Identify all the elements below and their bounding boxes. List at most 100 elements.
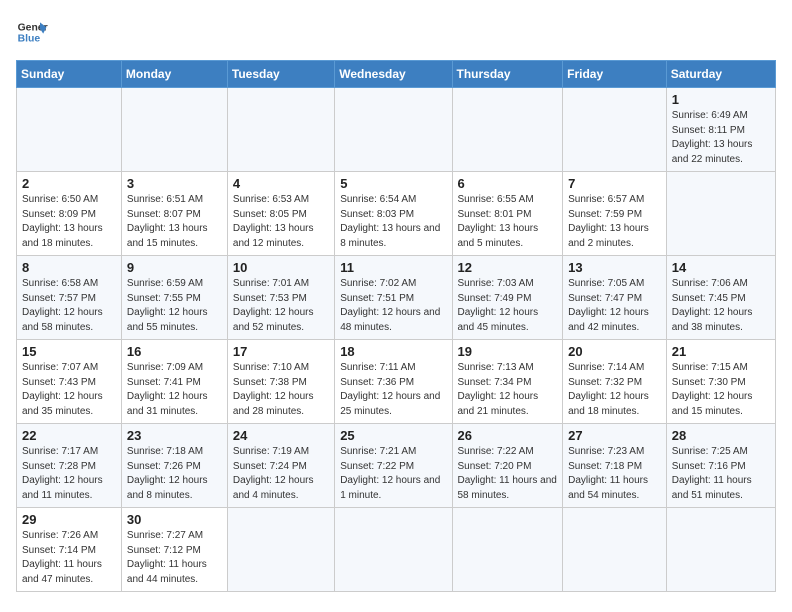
cell-info: Sunrise: 7:23 AMSunset: 7:18 PMDaylight:… <box>568 445 661 503</box>
calendar-cell: 9 Sunrise: 6:59 AMSunset: 7:55 PMDaylight… <box>121 256 227 340</box>
calendar-week-0: 1 Sunrise: 6:49 AMSunset: 8:11 PMDaylight… <box>17 88 776 172</box>
day-number: 11 <box>340 260 446 275</box>
cell-info: Sunrise: 7:03 AMSunset: 7:49 PMDaylight:… <box>458 277 558 335</box>
calendar-cell: 27Sunrise: 7:23 AMSunset: 7:18 PMDayligh… <box>563 424 667 508</box>
calendar-cell <box>227 508 334 592</box>
day-number: 24 <box>233 428 329 443</box>
calendar-cell <box>563 508 667 592</box>
calendar-cell <box>335 508 452 592</box>
day-number: 5 <box>340 176 446 191</box>
day-number: 26 <box>458 428 558 443</box>
day-number: 25 <box>340 428 446 443</box>
cell-info: Sunrise: 6:49 AMSunset: 8:11 PMDaylight:… <box>672 109 770 167</box>
calendar-table: SundayMondayTuesdayWednesdayThursdayFrid… <box>16 60 776 592</box>
calendar-week-1: 2 Sunrise: 6:50 AMSunset: 8:09 PMDaylight… <box>17 172 776 256</box>
cell-info: Sunrise: 7:14 AMSunset: 7:32 PMDaylight:… <box>568 361 661 419</box>
day-number: 3 <box>127 176 222 191</box>
cell-info: Sunrise: 7:06 AMSunset: 7:45 PMDaylight:… <box>672 277 770 335</box>
calendar-week-5: 29 Sunrise: 7:26 AMSunset: 7:14 PMDayligh… <box>17 508 776 592</box>
day-number: 8 <box>22 260 116 275</box>
day-number: 30 <box>127 512 222 527</box>
cell-info: Sunrise: 6:59 AMSunset: 7:55 PMDaylight:… <box>127 277 222 335</box>
calendar-cell: 17 Sunrise: 7:10 AMSunset: 7:38 PMDayligh… <box>227 340 334 424</box>
day-number: 19 <box>458 344 558 359</box>
cell-info: Sunrise: 6:50 AMSunset: 8:09 PMDaylight:… <box>22 193 116 251</box>
calendar-cell: 4 Sunrise: 6:53 AMSunset: 8:05 PMDaylight… <box>227 172 334 256</box>
header-saturday: Saturday <box>666 61 775 88</box>
day-number: 1 <box>672 92 770 107</box>
cell-info: Sunrise: 7:07 AMSunset: 7:43 PMDaylight:… <box>22 361 116 419</box>
cell-info: Sunrise: 7:25 AMSunset: 7:16 PMDaylight:… <box>672 445 770 503</box>
cell-info: Sunrise: 7:26 AMSunset: 7:14 PMDaylight:… <box>22 529 116 587</box>
day-number: 22 <box>22 428 116 443</box>
header-wednesday: Wednesday <box>335 61 452 88</box>
cell-info: Sunrise: 7:22 AMSunset: 7:20 PMDaylight:… <box>458 445 558 503</box>
calendar-cell: 23Sunrise: 7:18 AMSunset: 7:26 PMDayligh… <box>121 424 227 508</box>
cell-info: Sunrise: 6:55 AMSunset: 8:01 PMDaylight:… <box>458 193 558 251</box>
day-number: 28 <box>672 428 770 443</box>
cell-info: Sunrise: 7:15 AMSunset: 7:30 PMDaylight:… <box>672 361 770 419</box>
calendar-cell: 8 Sunrise: 6:58 AMSunset: 7:57 PMDaylight… <box>17 256 122 340</box>
day-number: 15 <box>22 344 116 359</box>
day-number: 2 <box>22 176 116 191</box>
header-sunday: Sunday <box>17 61 122 88</box>
cell-info: Sunrise: 7:27 AMSunset: 7:12 PMDaylight:… <box>127 529 222 587</box>
day-number: 7 <box>568 176 661 191</box>
cell-info: Sunrise: 6:54 AMSunset: 8:03 PMDaylight:… <box>340 193 446 251</box>
cell-info: Sunrise: 7:10 AMSunset: 7:38 PMDaylight:… <box>233 361 329 419</box>
calendar-cell: 15 Sunrise: 7:07 AMSunset: 7:43 PMDayligh… <box>17 340 122 424</box>
header-thursday: Thursday <box>452 61 563 88</box>
calendar-header-row: SundayMondayTuesdayWednesdayThursdayFrid… <box>17 61 776 88</box>
calendar-week-2: 8 Sunrise: 6:58 AMSunset: 7:57 PMDaylight… <box>17 256 776 340</box>
calendar-cell: 12Sunrise: 7:03 AMSunset: 7:49 PMDayligh… <box>452 256 563 340</box>
calendar-cell: 29 Sunrise: 7:26 AMSunset: 7:14 PMDayligh… <box>17 508 122 592</box>
calendar-cell: 18 Sunrise: 7:11 AMSunset: 7:36 PMDayligh… <box>335 340 452 424</box>
day-number: 23 <box>127 428 222 443</box>
cell-info: Sunrise: 7:17 AMSunset: 7:28 PMDaylight:… <box>22 445 116 503</box>
calendar-cell <box>227 88 334 172</box>
cell-info: Sunrise: 7:11 AMSunset: 7:36 PMDaylight:… <box>340 361 446 419</box>
calendar-cell: 24 Sunrise: 7:19 AMSunset: 7:24 PMDayligh… <box>227 424 334 508</box>
day-number: 29 <box>22 512 116 527</box>
day-number: 17 <box>233 344 329 359</box>
day-number: 18 <box>340 344 446 359</box>
calendar-cell: 2 Sunrise: 6:50 AMSunset: 8:09 PMDaylight… <box>17 172 122 256</box>
header-monday: Monday <box>121 61 227 88</box>
day-number: 6 <box>458 176 558 191</box>
header-friday: Friday <box>563 61 667 88</box>
calendar-cell <box>666 172 775 256</box>
cell-info: Sunrise: 6:51 AMSunset: 8:07 PMDaylight:… <box>127 193 222 251</box>
cell-info: Sunrise: 6:53 AMSunset: 8:05 PMDaylight:… <box>233 193 329 251</box>
calendar-cell: 20 Sunrise: 7:14 AMSunset: 7:32 PMDayligh… <box>563 340 667 424</box>
cell-info: Sunrise: 7:19 AMSunset: 7:24 PMDaylight:… <box>233 445 329 503</box>
cell-info: Sunrise: 6:58 AMSunset: 7:57 PMDaylight:… <box>22 277 116 335</box>
logo-icon: General Blue <box>16 16 48 48</box>
cell-info: Sunrise: 7:01 AMSunset: 7:53 PMDaylight:… <box>233 277 329 335</box>
calendar-week-3: 15 Sunrise: 7:07 AMSunset: 7:43 PMDayligh… <box>17 340 776 424</box>
day-number: 9 <box>127 260 222 275</box>
calendar-cell: 25 Sunrise: 7:21 AMSunset: 7:22 PMDayligh… <box>335 424 452 508</box>
cell-info: Sunrise: 6:57 AMSunset: 7:59 PMDaylight:… <box>568 193 661 251</box>
cell-info: Sunrise: 7:21 AMSunset: 7:22 PMDaylight:… <box>340 445 446 503</box>
day-number: 10 <box>233 260 329 275</box>
calendar-cell <box>666 508 775 592</box>
cell-info: Sunrise: 7:05 AMSunset: 7:47 PMDaylight:… <box>568 277 661 335</box>
calendar-cell <box>121 88 227 172</box>
day-number: 16 <box>127 344 222 359</box>
calendar-cell <box>17 88 122 172</box>
day-number: 4 <box>233 176 329 191</box>
day-number: 20 <box>568 344 661 359</box>
calendar-cell: 10 Sunrise: 7:01 AMSunset: 7:53 PMDayligh… <box>227 256 334 340</box>
calendar-cell: 13 Sunrise: 7:05 AMSunset: 7:47 PMDayligh… <box>563 256 667 340</box>
calendar-cell: 5 Sunrise: 6:54 AMSunset: 8:03 PMDaylight… <box>335 172 452 256</box>
page-header: General Blue <box>16 16 776 48</box>
calendar-week-4: 22 Sunrise: 7:17 AMSunset: 7:28 PMDayligh… <box>17 424 776 508</box>
day-number: 13 <box>568 260 661 275</box>
cell-info: Sunrise: 7:13 AMSunset: 7:34 PMDaylight:… <box>458 361 558 419</box>
header-tuesday: Tuesday <box>227 61 334 88</box>
day-number: 21 <box>672 344 770 359</box>
calendar-cell: 3 Sunrise: 6:51 AMSunset: 8:07 PMDaylight… <box>121 172 227 256</box>
calendar-cell: 28 Sunrise: 7:25 AMSunset: 7:16 PMDayligh… <box>666 424 775 508</box>
calendar-cell: 22 Sunrise: 7:17 AMSunset: 7:28 PMDayligh… <box>17 424 122 508</box>
calendar-cell: 19 Sunrise: 7:13 AMSunset: 7:34 PMDayligh… <box>452 340 563 424</box>
